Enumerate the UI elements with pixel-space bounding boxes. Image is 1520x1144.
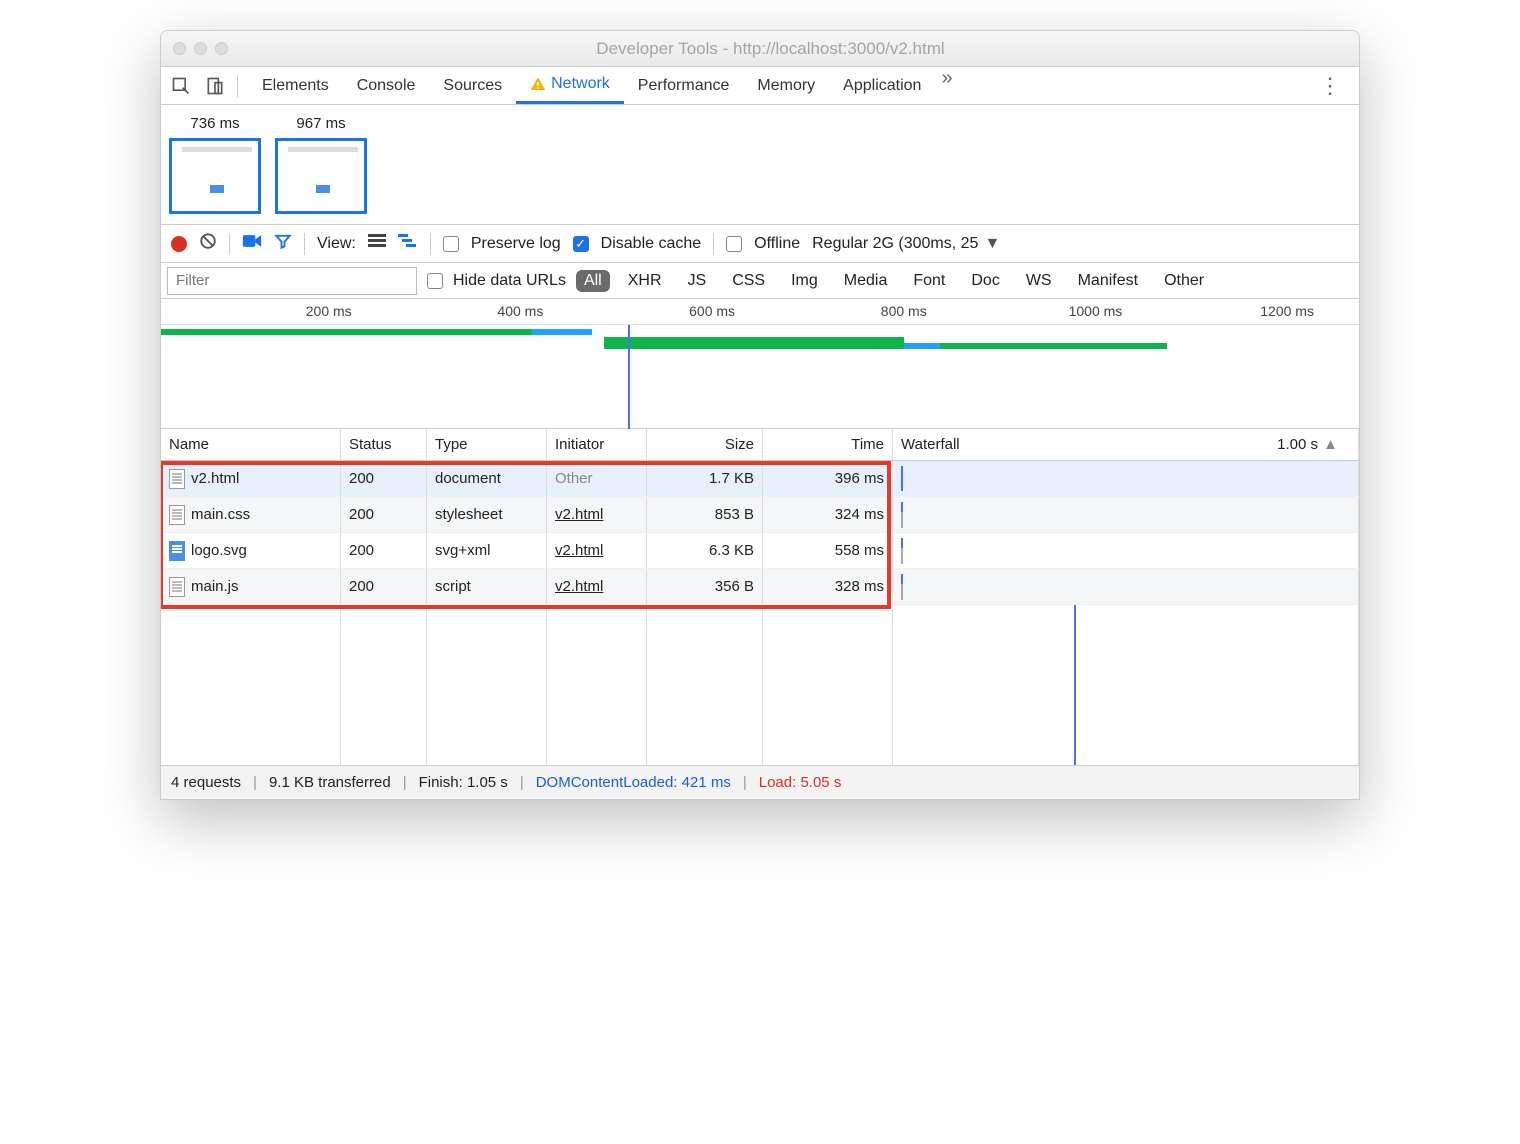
close-icon[interactable] — [173, 42, 186, 55]
col-waterfall[interactable]: Waterfall 1.00 s ▲ — [893, 429, 1359, 460]
disable-cache-label: Disable cache — [601, 235, 702, 253]
filter-type-ws[interactable]: WS — [1018, 270, 1060, 292]
request-row[interactable]: logo.svg 200 svg+xml v2.html 6.3 KB 558 … — [161, 533, 1359, 569]
tab-memory[interactable]: Memory — [743, 67, 829, 104]
camera-icon[interactable] — [242, 233, 262, 254]
document-icon — [169, 505, 185, 525]
document-icon — [169, 577, 185, 597]
table-empty-area — [161, 605, 1359, 765]
more-tabs-icon[interactable]: » — [935, 67, 958, 104]
initiator-link[interactable]: v2.html — [555, 542, 603, 559]
titlebar: Developer Tools - http://localhost:3000/… — [161, 31, 1359, 67]
filter-type-css[interactable]: CSS — [724, 270, 773, 292]
hide-data-urls-label: Hide data URLs — [453, 272, 566, 290]
col-status[interactable]: Status — [341, 429, 427, 460]
filmstrip-frame[interactable]: 736 ms — [169, 115, 261, 214]
filter-type-img[interactable]: Img — [783, 270, 826, 292]
divider — [237, 75, 238, 97]
disable-cache-checkbox[interactable]: ✓ — [573, 236, 589, 252]
initiator-link[interactable]: v2.html — [555, 578, 603, 595]
hide-data-urls-checkbox[interactable] — [427, 273, 443, 289]
filter-type-media[interactable]: Media — [836, 270, 896, 292]
requests-table-body: v2.html 200 document Other 1.7 KB 396 ms… — [161, 461, 1359, 765]
window-title: Developer Tools - http://localhost:3000/… — [194, 39, 1347, 59]
col-time[interactable]: Time — [763, 429, 893, 460]
divider — [229, 233, 230, 255]
filter-type-doc[interactable]: Doc — [963, 270, 1007, 292]
document-icon — [169, 469, 185, 489]
divider — [713, 233, 714, 255]
settings-menu-icon[interactable]: ⋮ — [1309, 73, 1351, 99]
waterfall-scale: 1.00 s — [1277, 436, 1318, 453]
status-load: Load: 5.05 s — [759, 774, 842, 791]
status-transferred: 9.1 KB transferred — [269, 774, 391, 791]
tab-application[interactable]: Application — [829, 67, 935, 104]
preserve-log-label: Preserve log — [471, 235, 561, 253]
tab-performance[interactable]: Performance — [624, 67, 744, 104]
filmstrip-time-label: 967 ms — [296, 115, 345, 132]
filter-icon[interactable] — [274, 232, 292, 255]
filter-input[interactable] — [167, 267, 417, 295]
tab-sources[interactable]: Sources — [429, 67, 516, 104]
offline-label: Offline — [754, 235, 800, 253]
tab-network[interactable]: Network — [516, 67, 624, 104]
warning-icon — [530, 76, 546, 92]
status-bar: 4 requests | 9.1 KB transferred | Finish… — [161, 765, 1359, 799]
status-requests: 4 requests — [171, 774, 241, 791]
tab-elements[interactable]: Elements — [248, 67, 343, 104]
clear-button[interactable] — [199, 232, 217, 255]
col-name[interactable]: Name — [161, 429, 341, 460]
overview-timeline[interactable]: 200 ms 400 ms 600 ms 800 ms 1000 ms 1200… — [161, 299, 1359, 429]
col-type[interactable]: Type — [427, 429, 547, 460]
request-row[interactable]: main.js 200 script v2.html 356 B 328 ms — [161, 569, 1359, 605]
tab-console[interactable]: Console — [343, 67, 430, 104]
preserve-log-checkbox[interactable] — [443, 236, 459, 252]
inspect-element-icon[interactable] — [169, 74, 193, 98]
devtools-window: Developer Tools - http://localhost:3000/… — [160, 30, 1360, 800]
filter-type-other[interactable]: Other — [1156, 270, 1212, 292]
filter-type-all[interactable]: All — [576, 270, 610, 292]
waterfall-view-icon[interactable] — [398, 233, 418, 254]
record-button[interactable] — [171, 236, 187, 252]
filter-type-js[interactable]: JS — [680, 270, 715, 292]
overview-body — [161, 325, 1359, 429]
status-domcontentloaded: DOMContentLoaded: 421 ms — [536, 774, 731, 791]
filmstrip-frame[interactable]: 967 ms — [275, 115, 367, 214]
divider — [304, 233, 305, 255]
status-finish: Finish: 1.05 s — [419, 774, 508, 791]
dropdown-caret-icon: ▼ — [984, 235, 1000, 253]
requests-table-header: Name Status Type Initiator Size Time Wat… — [161, 429, 1359, 461]
offline-checkbox[interactable] — [726, 236, 742, 252]
request-row[interactable]: v2.html 200 document Other 1.7 KB 396 ms — [161, 461, 1359, 497]
throttling-select[interactable]: Regular 2G (300ms, 25 ▼ — [812, 235, 1349, 253]
col-size[interactable]: Size — [647, 429, 763, 460]
image-icon — [169, 541, 185, 561]
large-rows-icon[interactable] — [368, 233, 386, 254]
filter-type-font[interactable]: Font — [905, 270, 953, 292]
col-initiator[interactable]: Initiator — [547, 429, 647, 460]
divider — [430, 233, 431, 255]
main-toolbar: Elements Console Sources Network Perform… — [161, 67, 1359, 105]
overview-ruler: 200 ms 400 ms 600 ms 800 ms 1000 ms 1200… — [161, 299, 1359, 325]
filter-type-manifest[interactable]: Manifest — [1070, 270, 1146, 292]
filmstrip-time-label: 736 ms — [190, 115, 239, 132]
filter-bar: Hide data URLs All XHR JS CSS Img Media … — [161, 263, 1359, 299]
initiator-link[interactable]: v2.html — [555, 506, 603, 523]
view-label: View: — [317, 235, 356, 253]
request-row[interactable]: main.css 200 stylesheet v2.html 853 B 32… — [161, 497, 1359, 533]
initiator-cell: Other — [555, 470, 593, 487]
filter-type-xhr[interactable]: XHR — [620, 270, 670, 292]
network-controls: View: Preserve log ✓ Disable cache Offli… — [161, 225, 1359, 263]
panel-tabs: Elements Console Sources Network Perform… — [248, 67, 1299, 104]
device-toggle-icon[interactable] — [203, 74, 227, 98]
filmstrip-thumbnail[interactable] — [169, 138, 261, 214]
filmstrip-thumbnail[interactable] — [275, 138, 367, 214]
filmstrip: 736 ms 967 ms — [161, 105, 1359, 225]
